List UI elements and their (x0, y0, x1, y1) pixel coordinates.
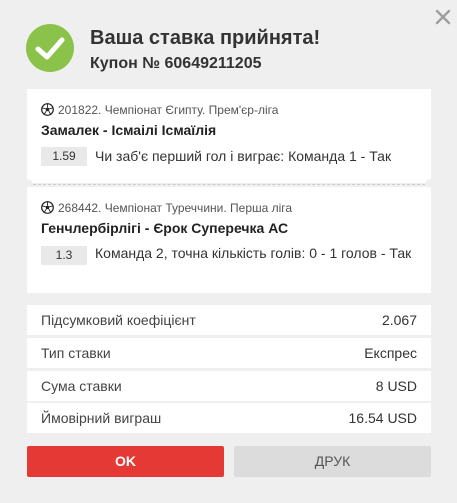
confirmation-header: Ваша ставка прийнята! Купон № 6064921120… (26, 20, 426, 80)
bet-outcome: Команда 2, точна кількість голів: 0 - 1 … (95, 245, 412, 261)
soccer-ball-icon (41, 103, 54, 116)
summary-label: Сума ставки (41, 378, 122, 394)
print-button[interactable]: ДРУК (234, 446, 431, 477)
soccer-ball-icon (41, 201, 54, 214)
summary-row-total-odds: Підсумковий коефіцієнт 2.067 (27, 305, 431, 335)
coupon-number: Купон № 60649211205 (90, 55, 262, 72)
bet-item: 201822. Чемпіонат Єгипту. Прем'єр-ліга З… (27, 89, 431, 183)
summary-label: Ймовірний виграш (41, 410, 162, 426)
summary-label: Тип ставки (41, 345, 111, 361)
ticket-divider (33, 184, 425, 185)
bet-item: 268442. Чемпіонат Туреччини. Перша ліга … (27, 187, 431, 293)
event-header: 268442. Чемпіонат Туреччини. Перша ліга (41, 201, 292, 215)
summary-value: 8 USD (375, 378, 417, 394)
event-title: 268442. Чемпіонат Туреччини. Перша ліга (58, 201, 293, 215)
match-teams: Генчлербірлігі - Єрок Суперечка АС (41, 220, 289, 236)
bet-outcome: Чи заб'є перший гол і виграє: Команда 1 … (95, 148, 392, 164)
summary-row-potential-win: Ймовірний виграш 16.54 USD (27, 403, 431, 433)
checkmark-icon (26, 24, 74, 72)
match-teams: Замалек - Ісмаілі Ісмаїлія (41, 122, 217, 138)
event-title: 201822. Чемпіонат Єгипту. Прем'єр-ліга (58, 103, 279, 117)
summary-label: Підсумковий коефіцієнт (41, 312, 196, 328)
event-header: 201822. Чемпіонат Єгипту. Прем'єр-ліга (41, 103, 278, 117)
summary-row-bet-type: Тип ставки Експрес (27, 338, 431, 368)
summary-value: 2.067 (381, 312, 417, 328)
odds-badge: 1.59 (41, 147, 87, 166)
odds-badge: 1.3 (41, 246, 87, 265)
ok-button[interactable]: OK (27, 446, 224, 477)
close-icon[interactable] (432, 6, 454, 28)
summary-row-stake: Сума ставки 8 USD (27, 371, 431, 401)
confirmation-title: Ваша ставка прийнята! (90, 27, 321, 49)
bet-list: 201822. Чемпіонат Єгипту. Прем'єр-ліга З… (21, 89, 437, 293)
bet-summary: Підсумковий коефіцієнт 2.067 Тип ставки … (27, 305, 431, 433)
summary-value: 16.54 USD (348, 410, 417, 426)
summary-value: Експрес (364, 345, 417, 361)
